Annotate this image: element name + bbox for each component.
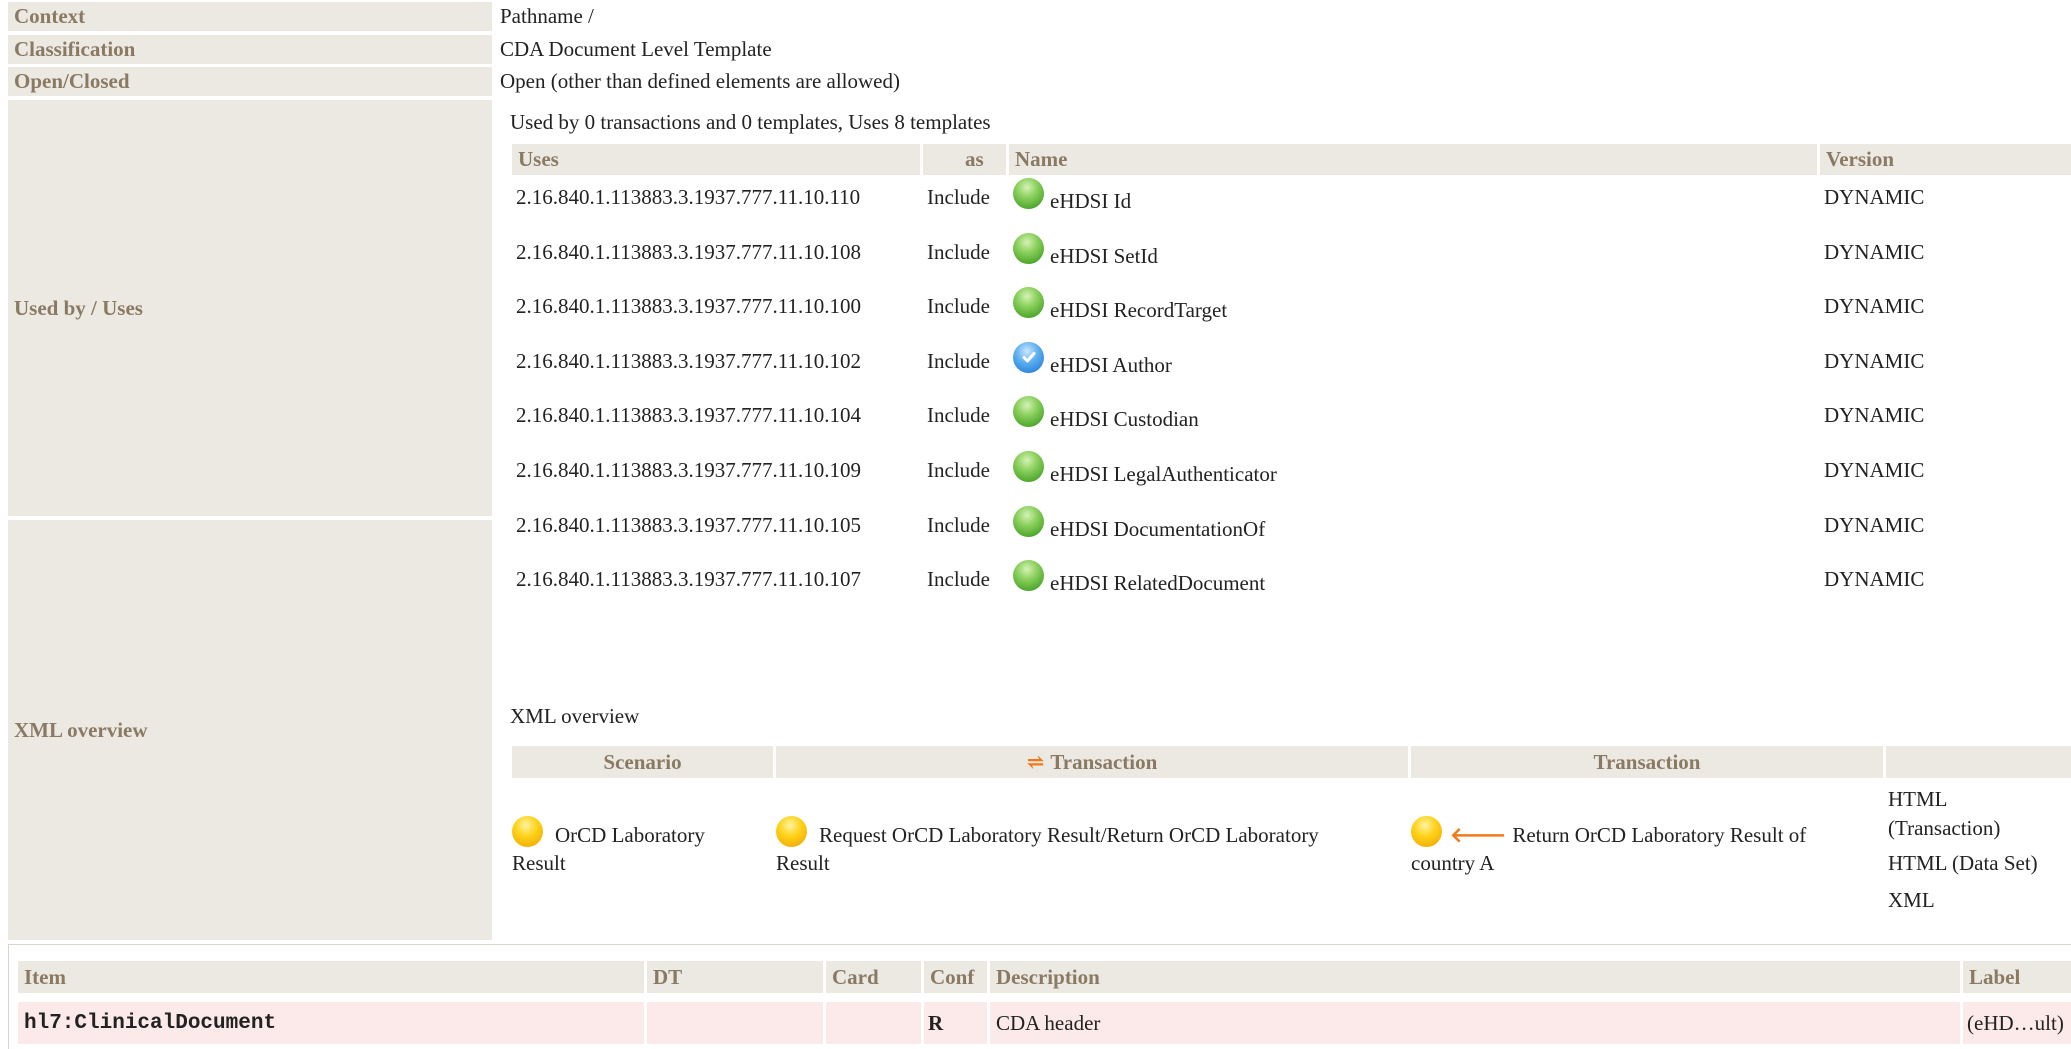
uses-row-version: DYNAMIC bbox=[1824, 566, 1925, 591]
uses-row-version: DYNAMIC bbox=[1824, 184, 1925, 209]
uses-row-version: DYNAMIC bbox=[1824, 512, 1925, 537]
status-active-icon bbox=[1013, 450, 1044, 482]
xml-link[interactable]: XML bbox=[1888, 886, 1935, 914]
uses-row-name[interactable]: eHDSI Custodian bbox=[1013, 395, 1199, 434]
status-active-icon bbox=[1013, 559, 1044, 591]
uses-row-name[interactable]: eHDSI SetId bbox=[1013, 232, 1158, 271]
uses-row-version: DYNAMIC bbox=[1824, 457, 1925, 482]
items-header-card: Card bbox=[826, 961, 921, 993]
xml-header-links bbox=[1886, 746, 2071, 778]
transaction-1-line-1: Request OrCD Laboratory Result/Return Or… bbox=[819, 823, 1319, 847]
context-label: Context bbox=[8, 2, 492, 31]
uses-row-version: DYNAMIC bbox=[1824, 239, 1925, 264]
uses-row-version: DYNAMIC bbox=[1824, 348, 1925, 373]
uses-row-name[interactable]: eHDSI LegalAuthenticator bbox=[1013, 450, 1277, 489]
item-cell-description: CDA header bbox=[990, 1002, 1960, 1044]
transaction-2-line-1: Return OrCD Laboratory Result of bbox=[1512, 823, 1807, 847]
xml-overview-label: XML overview bbox=[8, 520, 492, 940]
uses-row-as: Include bbox=[927, 239, 990, 264]
uses-row-name-label: eHDSI DocumentationOf bbox=[1050, 516, 1266, 541]
uses-row-name[interactable]: eHDSI Author bbox=[1013, 341, 1172, 380]
html-transaction-link-2[interactable]: (Transaction) bbox=[1888, 814, 2000, 842]
used-by-uses-label: Used by / Uses bbox=[8, 100, 492, 516]
uses-row-id[interactable]: 2.16.840.1.113883.3.1937.777.11.10.109 bbox=[516, 455, 861, 485]
status-active-icon bbox=[1013, 505, 1044, 537]
uses-row-name[interactable]: eHDSI RelatedDocument bbox=[1013, 559, 1266, 598]
transaction-2-status-icon bbox=[1411, 816, 1442, 847]
uses-row-as: Include bbox=[927, 512, 990, 537]
uses-header-as: as bbox=[923, 144, 1006, 175]
uses-row-as: Include bbox=[927, 184, 990, 209]
xml-header-transaction-1: ⇌ Transaction bbox=[776, 746, 1408, 778]
status-active-icon bbox=[1013, 286, 1044, 318]
uses-row-version: DYNAMIC bbox=[1824, 293, 1925, 318]
uses-row-as: Include bbox=[927, 566, 990, 591]
html-dataset-link[interactable]: HTML (Data Set) bbox=[1888, 849, 2038, 877]
uses-row-name-label: eHDSI RelatedDocument bbox=[1050, 570, 1266, 595]
xml-header-transaction-2: Transaction bbox=[1411, 746, 1883, 778]
items-header-item: Item bbox=[18, 961, 644, 993]
scenario-status-icon bbox=[512, 816, 543, 847]
uses-row-name-label: eHDSI LegalAuthenticator bbox=[1050, 461, 1277, 486]
uses-row-name-label: eHDSI Custodian bbox=[1050, 406, 1199, 431]
uses-row-id[interactable]: 2.16.840.1.113883.3.1937.777.11.10.110 bbox=[516, 182, 860, 212]
uses-row-id[interactable]: 2.16.840.1.113883.3.1937.777.11.10.107 bbox=[516, 564, 861, 594]
uses-row-name-label: eHDSI Author bbox=[1050, 352, 1172, 377]
items-header-dt: DT bbox=[647, 961, 823, 993]
transaction-2-cell[interactable]: 🡐 Return OrCD Laboratory Result of count… bbox=[1411, 816, 1807, 876]
uses-row-id[interactable]: 2.16.840.1.113883.3.1937.777.11.10.108 bbox=[516, 237, 861, 267]
items-header-conf: Conf bbox=[924, 961, 987, 993]
uses-row-version: DYNAMIC bbox=[1824, 402, 1925, 427]
uses-summary: Used by 0 transactions and 0 templates, … bbox=[510, 109, 991, 134]
transaction-1-line-2: Result bbox=[776, 851, 830, 875]
item-cell-element[interactable]: hl7:ClinicalDocument bbox=[18, 1002, 644, 1044]
left-arrow-icon: 🡐 bbox=[1450, 823, 1507, 847]
uses-header-version: Version bbox=[1820, 144, 2071, 175]
transaction-2-line-2: country A bbox=[1411, 851, 1495, 875]
uses-row-id[interactable]: 2.16.840.1.113883.3.1937.777.11.10.105 bbox=[516, 510, 861, 540]
classification-value: CDA Document Level Template bbox=[500, 37, 772, 61]
uses-row-name[interactable]: eHDSI DocumentationOf bbox=[1013, 505, 1266, 544]
xml-header-transaction-1-label: Transaction bbox=[1050, 749, 1158, 774]
transaction-1-status-icon bbox=[776, 816, 807, 847]
uses-row-as: Include bbox=[927, 402, 990, 427]
status-check-icon bbox=[1013, 341, 1044, 373]
context-value: Pathname / bbox=[500, 4, 594, 28]
uses-row-id[interactable]: 2.16.840.1.113883.3.1937.777.11.10.102 bbox=[516, 346, 861, 376]
uses-row-id[interactable]: 2.16.840.1.113883.3.1937.777.11.10.104 bbox=[516, 400, 861, 430]
xml-header-scenario: Scenario bbox=[512, 746, 773, 778]
scenario-line-1: OrCD Laboratory bbox=[555, 823, 705, 847]
uses-row-name-label: eHDSI SetId bbox=[1050, 243, 1158, 268]
uses-row-name-label: eHDSI Id bbox=[1050, 188, 1132, 213]
uses-row-as: Include bbox=[927, 348, 990, 373]
scenario-cell[interactable]: OrCD Laboratory Result bbox=[512, 816, 705, 876]
status-active-icon bbox=[1013, 395, 1044, 427]
transaction-1-cell[interactable]: Request OrCD Laboratory Result/Return Or… bbox=[776, 816, 1319, 876]
uses-header-name: Name bbox=[1009, 144, 1817, 175]
classification-label: Classification bbox=[8, 35, 492, 64]
uses-row-id[interactable]: 2.16.840.1.113883.3.1937.777.11.10.100 bbox=[516, 291, 861, 321]
xml-overview-title: XML overview bbox=[510, 703, 640, 728]
uses-row-name-label: eHDSI RecordTarget bbox=[1050, 297, 1228, 322]
items-header-description: Description bbox=[990, 961, 1960, 993]
uses-row-name[interactable]: eHDSI Id bbox=[1013, 177, 1132, 216]
status-active-icon bbox=[1013, 232, 1044, 264]
items-header-label: Label bbox=[1963, 961, 2071, 993]
scenario-line-2: Result bbox=[512, 851, 566, 875]
item-cell-card bbox=[826, 1002, 921, 1044]
html-transaction-link-1[interactable]: HTML bbox=[1888, 785, 1948, 813]
exchange-arrows-icon: ⇌ bbox=[1026, 750, 1045, 774]
uses-header-uses: Uses bbox=[512, 144, 920, 175]
uses-row-as: Include bbox=[927, 457, 990, 482]
uses-row-as: Include bbox=[927, 293, 990, 318]
open-closed-value: Open (other than defined elements are al… bbox=[500, 69, 900, 93]
item-cell-label[interactable]: (eHD…ult) bbox=[1963, 1002, 2071, 1044]
uses-row-name[interactable]: eHDSI RecordTarget bbox=[1013, 286, 1228, 325]
item-cell-conf: R bbox=[924, 1002, 987, 1044]
open-closed-label: Open/Closed bbox=[8, 67, 492, 96]
item-cell-dt bbox=[647, 1002, 823, 1044]
status-active-icon bbox=[1013, 177, 1044, 209]
